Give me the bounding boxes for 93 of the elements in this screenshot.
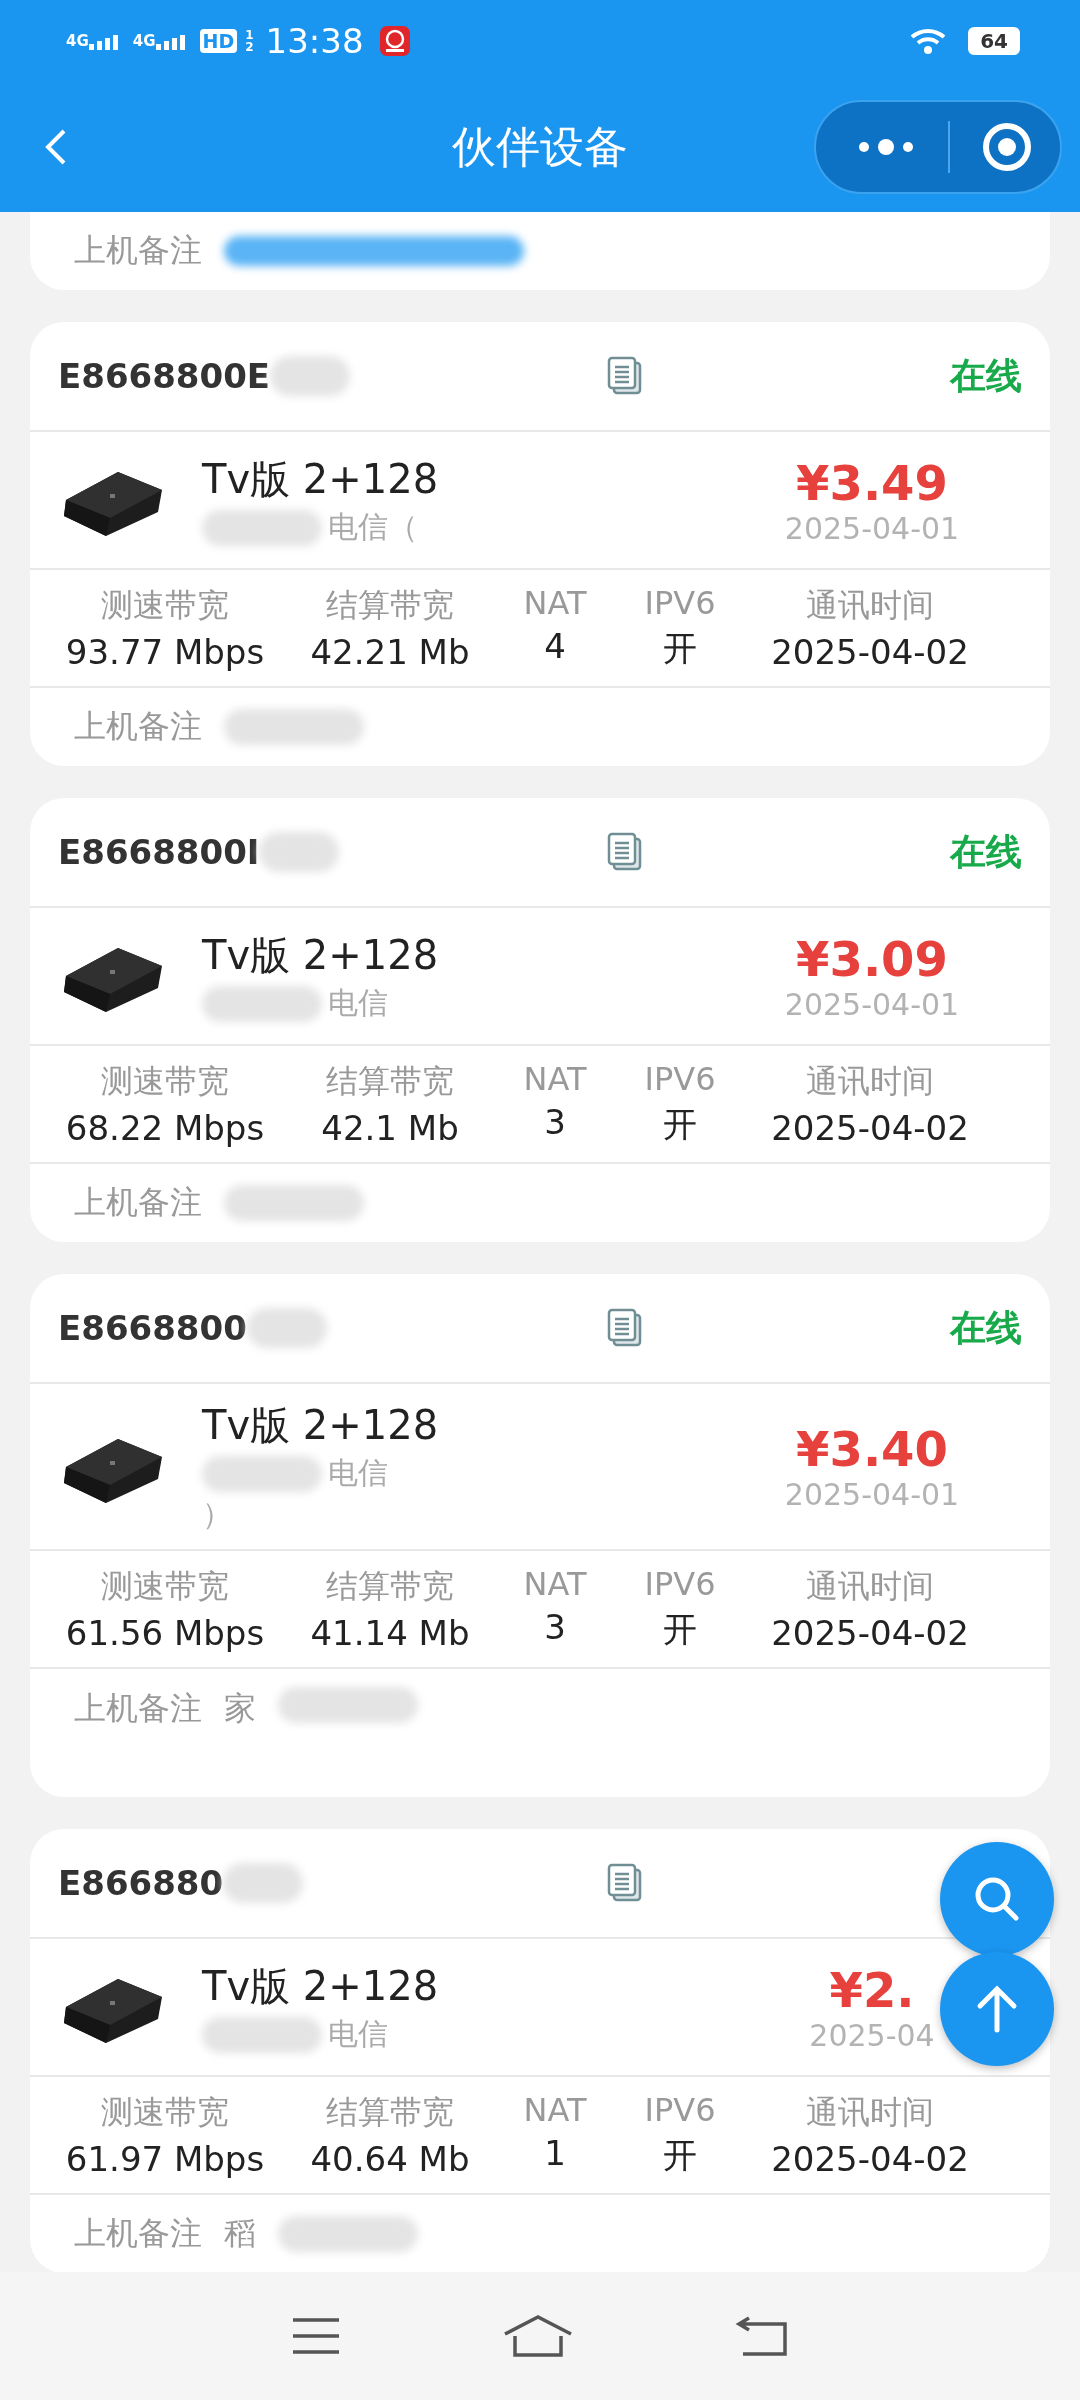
signal-icon bbox=[88, 34, 119, 50]
copy-icon[interactable] bbox=[607, 356, 643, 396]
copy-icon[interactable] bbox=[607, 832, 643, 872]
stat-label: 结算带宽 bbox=[326, 1061, 454, 1102]
stat-value: 93.77 Mbps bbox=[65, 632, 265, 672]
carrier-text: 电信（ bbox=[202, 507, 752, 548]
clock: 13:38 bbox=[265, 21, 364, 61]
price: ¥3.49 bbox=[796, 454, 948, 511]
stat-label: NAT bbox=[523, 584, 587, 622]
stat-label: 结算带宽 bbox=[326, 1566, 454, 1607]
price: ¥2. bbox=[829, 1961, 915, 2018]
stat-value: 2025-04-02 bbox=[771, 1613, 969, 1653]
network-type: 4G bbox=[66, 32, 89, 50]
more-icon[interactable] bbox=[856, 139, 916, 155]
stat-label: 通讯时间 bbox=[806, 1061, 934, 1102]
page-title: 伙伴设备 bbox=[451, 119, 629, 174]
date: 2025-04-01 bbox=[784, 510, 960, 546]
wifi-icon bbox=[910, 27, 947, 55]
stat-label: 测速带宽 bbox=[101, 1061, 229, 1102]
price: ¥3.40 bbox=[796, 1421, 948, 1477]
slot-number: 2 bbox=[245, 41, 254, 53]
carrier-text: ） bbox=[202, 1495, 233, 1533]
stat-label: IPV6 bbox=[644, 1565, 716, 1603]
stat-label: IPV6 bbox=[644, 2091, 716, 2129]
stat-value: 开 bbox=[663, 2134, 697, 2177]
device-id: E8668800E bbox=[58, 356, 271, 396]
stat-value: 3 bbox=[544, 1607, 566, 1647]
status-label: 在线 bbox=[948, 353, 1022, 398]
device-model: Tv版 2+128 bbox=[202, 1962, 440, 2011]
remark-label: 上机备注 bbox=[74, 1182, 202, 1223]
stat-value: 开 bbox=[663, 627, 697, 670]
status-label: 在线 bbox=[948, 1305, 1022, 1350]
chevron-left-icon bbox=[44, 127, 68, 167]
slot-number: 1 bbox=[245, 29, 254, 41]
date: 2025-04-01 bbox=[784, 986, 960, 1022]
stat-label: 通讯时间 bbox=[806, 1566, 934, 1607]
stat-value: 61.97 Mbps bbox=[65, 2139, 265, 2179]
stat-label: IPV6 bbox=[644, 1060, 716, 1098]
stat-label: NAT bbox=[523, 1060, 587, 1098]
stat-label: NAT bbox=[523, 2091, 587, 2129]
network-type: 4G bbox=[132, 32, 156, 50]
device-model: Tv版 2+128 bbox=[202, 1401, 440, 1450]
stat-value: 42.1 Mb bbox=[321, 1108, 459, 1148]
carrier-text: 电信 bbox=[202, 1453, 752, 1494]
copy-icon[interactable] bbox=[607, 1863, 643, 1903]
device-id: E8668800I bbox=[58, 832, 260, 872]
stat-value: 开 bbox=[663, 1608, 697, 1651]
carrier-text: 电信 bbox=[202, 983, 752, 1024]
remark-text: 稻 bbox=[224, 2213, 256, 2254]
stat-value: 2025-04-02 bbox=[771, 1108, 969, 1148]
signal-icon bbox=[155, 34, 186, 50]
back-icon[interactable] bbox=[735, 2314, 789, 2358]
stat-label: 结算带宽 bbox=[326, 585, 454, 626]
menu-icon[interactable] bbox=[291, 2316, 341, 2356]
stat-value: 2025-04-02 bbox=[771, 2139, 969, 2179]
stat-label: 测速带宽 bbox=[101, 1566, 229, 1607]
stat-label: 测速带宽 bbox=[101, 585, 229, 626]
remark-label: 上机备注 bbox=[74, 706, 202, 747]
hd-badge: HD bbox=[199, 29, 238, 53]
remark-text: 家 bbox=[224, 1688, 256, 1729]
remark-label: 上机备注 bbox=[74, 2213, 202, 2254]
stat-value: 68.22 Mbps bbox=[65, 1108, 265, 1148]
device-model: Tv版 2+128 bbox=[202, 931, 440, 980]
stat-label: 通讯时间 bbox=[806, 2092, 934, 2133]
device-id: E8668800 bbox=[58, 1308, 247, 1348]
stat-label: 通讯时间 bbox=[806, 585, 934, 626]
app-notification-icon bbox=[379, 26, 410, 56]
stat-value: 3 bbox=[544, 1102, 566, 1142]
stat-label: NAT bbox=[523, 1565, 587, 1603]
carrier-text: 电信 bbox=[202, 2014, 752, 2055]
date: 2025-04-01 bbox=[784, 1477, 960, 1512]
home-icon[interactable] bbox=[503, 2314, 573, 2358]
status-label: 在线 bbox=[948, 829, 1022, 874]
stat-value: 4 bbox=[544, 626, 566, 666]
stat-value: 2025-04-02 bbox=[771, 632, 969, 672]
device-id: E866880 bbox=[58, 1863, 224, 1903]
price: ¥3.09 bbox=[796, 930, 948, 987]
battery-level: 64 bbox=[968, 27, 1020, 55]
copy-icon[interactable] bbox=[607, 1308, 643, 1348]
stat-label: 结算带宽 bbox=[326, 2092, 454, 2133]
stat-value: 1 bbox=[544, 2133, 566, 2173]
remark-label: 上机备注 bbox=[74, 1688, 202, 1729]
stat-value: 41.14 Mb bbox=[310, 1613, 470, 1653]
date: 2025-04 bbox=[809, 2017, 935, 2053]
device-model: Tv版 2+128 bbox=[202, 455, 440, 504]
stat-value: 40.64 Mb bbox=[310, 2139, 470, 2179]
close-app-icon[interactable] bbox=[982, 122, 1032, 172]
stat-label: 测速带宽 bbox=[101, 2092, 229, 2133]
stat-label: IPV6 bbox=[644, 584, 716, 622]
stat-value: 开 bbox=[663, 1103, 697, 1146]
stat-value: 42.21 Mb bbox=[310, 632, 470, 672]
stat-value: 61.56 Mbps bbox=[65, 1613, 265, 1653]
remark-label: 上机备注 bbox=[74, 230, 202, 271]
